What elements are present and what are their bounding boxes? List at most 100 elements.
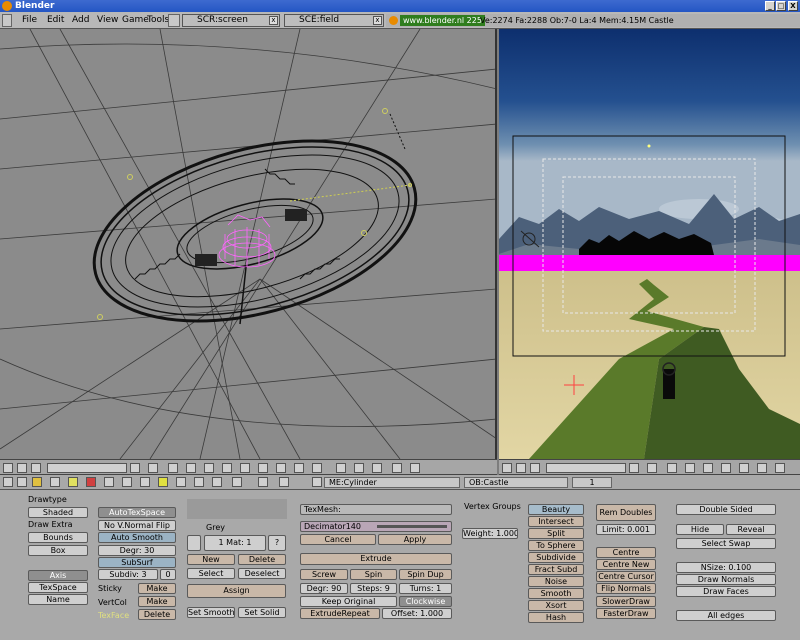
face-select-icon[interactable]	[372, 463, 382, 473]
texface-delete-button[interactable]: Delete	[138, 609, 176, 620]
triangle-icon[interactable]	[50, 477, 60, 487]
scene-selector[interactable]: SCE:field x	[284, 14, 384, 27]
subdivide-button[interactable]: Subdivide	[528, 552, 584, 563]
xsort-button[interactable]: Xsort	[528, 600, 584, 611]
home-view-icon-right[interactable]	[530, 463, 540, 473]
move-view-icon[interactable]	[240, 463, 250, 473]
minimize-button[interactable]: _	[765, 1, 775, 11]
view-type-icon[interactable]	[3, 463, 13, 473]
zoom-view-icon[interactable]	[258, 463, 268, 473]
spin-button[interactable]: Spin	[350, 569, 397, 580]
faster-draw-button[interactable]: FasterDraw	[596, 608, 656, 619]
perspective-icon-right[interactable]	[685, 463, 695, 473]
menu-edit[interactable]: Edit	[47, 14, 64, 27]
pivot-icon-right[interactable]	[775, 463, 785, 473]
local-view-icon-right[interactable]	[721, 463, 731, 473]
drawtype-icon[interactable]	[204, 463, 214, 473]
menu-game[interactable]: Game	[122, 14, 149, 27]
degr-spin-field[interactable]: Degr: 90	[300, 583, 348, 594]
centre-button[interactable]: Centre	[596, 547, 656, 558]
set-solid-button[interactable]: Set Solid	[238, 607, 286, 618]
realtime-buttons-icon[interactable]	[140, 477, 150, 487]
close-button[interactable]: X	[788, 1, 798, 11]
centre-new-button[interactable]: Centre New	[596, 559, 656, 570]
subdiv-field[interactable]: Subdiv: 3	[98, 569, 158, 580]
reveal-button[interactable]: Reveal	[726, 524, 776, 535]
set-smooth-button[interactable]: Set Smooth	[187, 607, 235, 618]
centre-cursor-button[interactable]: Centre Cursor	[596, 571, 656, 582]
buttons-home-icon[interactable]	[17, 477, 27, 487]
screw-button[interactable]: Screw	[300, 569, 348, 580]
all-edges-toggle[interactable]: All edges	[676, 610, 776, 621]
texspace-toggle[interactable]: TexSpace	[28, 582, 88, 593]
rem-doubles-button[interactable]: Rem Doubles	[596, 504, 656, 521]
script-buttons-icon[interactable]	[212, 477, 222, 487]
layer-buttons-right[interactable]	[546, 463, 626, 473]
home-icon[interactable]	[168, 14, 180, 27]
drawtype-icon-right[interactable]	[703, 463, 713, 473]
material-deselect-button[interactable]: Deselect	[238, 568, 286, 579]
scene-close-icon[interactable]: x	[373, 16, 382, 25]
menu-tools[interactable]: Tools	[147, 14, 169, 27]
fract-subd-button[interactable]: Fract Subd	[528, 564, 584, 575]
camera-3d-viewport[interactable]	[499, 29, 800, 459]
hide-button[interactable]: Hide	[676, 524, 724, 535]
limit-field[interactable]: Limit: 0.001	[596, 524, 656, 535]
screen-selector[interactable]: SCR:screen x	[182, 14, 280, 27]
view-icon-right-2[interactable]	[667, 463, 677, 473]
render-icon[interactable]	[392, 463, 402, 473]
users-count[interactable]: 1	[572, 477, 612, 488]
decimator-cancel-button[interactable]: Cancel	[300, 534, 376, 545]
local-view-icon[interactable]	[222, 463, 232, 473]
menu-file[interactable]: File	[22, 14, 37, 27]
radiosity-buttons-icon[interactable]	[194, 477, 204, 487]
lamp-buttons-icon[interactable]	[68, 477, 78, 487]
material-help-button[interactable]: ?	[268, 535, 286, 551]
drawtype-menu[interactable]: Shaded	[28, 507, 88, 518]
bounds-button[interactable]: Bounds	[28, 532, 88, 543]
menu-add[interactable]: Add	[72, 14, 89, 27]
view-buttons-icon[interactable]	[32, 477, 42, 487]
pivot-icon[interactable]	[276, 463, 286, 473]
clockwise-toggle[interactable]: Clockwise	[399, 596, 452, 607]
material-color-swatch[interactable]	[187, 535, 201, 551]
layer-buttons[interactable]	[47, 463, 127, 473]
no-vnormal-flip-toggle[interactable]: No V.Normal Flip	[98, 520, 176, 531]
hash-button[interactable]: Hash	[528, 612, 584, 623]
menu-view[interactable]: View	[97, 14, 118, 27]
to-sphere-button[interactable]: To Sphere	[528, 540, 584, 551]
beauty-toggle[interactable]: Beauty	[528, 504, 584, 515]
buttons-window-type-icon[interactable]	[3, 477, 13, 487]
select-swap-button[interactable]: Select Swap	[676, 538, 776, 549]
sticky-make-button[interactable]: Make	[138, 583, 176, 594]
screen-close-icon[interactable]: x	[269, 16, 278, 25]
slower-draw-button[interactable]: SlowerDraw	[596, 596, 656, 607]
ipo-icon[interactable]	[410, 463, 420, 473]
spin-dup-button[interactable]: Spin Dup	[399, 569, 452, 580]
fullscreen-icon-right[interactable]	[516, 463, 526, 473]
texture-buttons-icon[interactable]	[104, 477, 114, 487]
vertcol-make-button[interactable]: Make	[138, 596, 176, 607]
keep-original-toggle[interactable]: Keep Original	[300, 596, 397, 607]
render-buttons-icon[interactable]	[232, 477, 242, 487]
material-delete-button[interactable]: Delete	[238, 554, 286, 565]
lock-icon-right[interactable]	[629, 463, 639, 473]
brush-icon[interactable]	[336, 463, 346, 473]
decimator-apply-button[interactable]: Apply	[378, 534, 452, 545]
maximize-button[interactable]: □	[776, 1, 786, 11]
fullscreen-icon[interactable]	[17, 463, 27, 473]
snap-icon[interactable]	[312, 463, 322, 473]
decimator-slider[interactable]: Decimator140	[300, 521, 452, 532]
smooth-button[interactable]: Smooth	[528, 588, 584, 599]
home-view-icon[interactable]	[31, 463, 41, 473]
move-view-icon-right[interactable]	[739, 463, 749, 473]
noise-button[interactable]: Noise	[528, 576, 584, 587]
display-buttons-icon[interactable]	[258, 477, 268, 487]
offset-field[interactable]: Offset: 1.000	[382, 608, 452, 619]
double-sided-toggle[interactable]: Double Sided	[676, 504, 776, 515]
texmesh-field[interactable]: TexMesh:	[300, 504, 452, 515]
auto-smooth-toggle[interactable]: Auto Smooth	[98, 532, 176, 543]
autotexspace-toggle[interactable]: AutoTexSpace	[98, 507, 176, 518]
box-menu[interactable]: Box	[28, 545, 88, 556]
extrude-button[interactable]: Extrude	[300, 553, 452, 565]
